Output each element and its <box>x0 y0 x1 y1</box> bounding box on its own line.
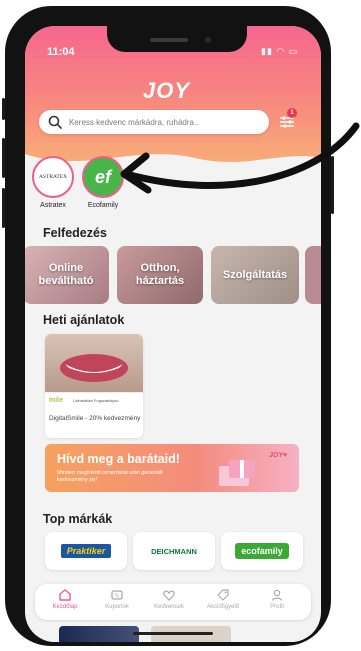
status-icons: ▮▮ ◠ ▭ <box>261 46 299 56</box>
explore-card-partial[interactable] <box>305 246 321 304</box>
offer-card[interactable]: mile Láthatatlan Fogszabályzó DigitalSmi… <box>45 334 143 438</box>
home-indicator <box>133 632 213 635</box>
content-thumbnail[interactable] <box>59 626 139 642</box>
tag-icon <box>217 589 229 601</box>
explore-card-label: Online beváltható <box>38 262 94 287</box>
search-icon <box>48 115 62 129</box>
tab-label: Kuponok <box>105 604 129 610</box>
offer-brand: mile <box>49 397 64 404</box>
explore-card-label: Otthon, háztartás <box>135 262 185 287</box>
explore-card-label: Szolgáltatás <box>222 268 288 281</box>
ecofamily-brand-logo: ecofamily <box>235 543 289 559</box>
offer-title: DigitalSmile - 20% kedvezmény <box>49 415 141 422</box>
tab-deals[interactable]: Akciófigyelő <box>199 588 247 610</box>
section-title-explore: Felfedezés <box>43 226 107 240</box>
story-label: Astratex <box>40 202 66 209</box>
section-title-weekly: Heti ajánlatok <box>43 313 125 327</box>
smile-illustration <box>60 354 128 382</box>
brand-card-praktiker[interactable]: Praktiker <box>45 532 127 570</box>
notch-speaker <box>150 38 188 42</box>
astratex-logo: ASTRATEX <box>38 174 68 180</box>
phone-volume-down <box>2 188 5 228</box>
coupon-icon: % <box>111 590 123 600</box>
brand-card-deichmann[interactable]: DEICHMANN <box>133 532 215 570</box>
heart-icon <box>163 590 175 601</box>
praktiker-logo: Praktiker <box>60 544 112 558</box>
brand-card-ecofamily[interactable]: ecofamily <box>221 532 303 570</box>
explore-card-online[interactable]: Online beváltható <box>25 246 109 304</box>
bottom-tab-bar: Kezdőlap % Kuponok Kedvencek Akciófigyel… <box>35 584 311 620</box>
phone-volume-up <box>2 138 5 178</box>
story-avatar: ef <box>82 156 124 198</box>
tab-profile[interactable]: Profil <box>253 588 301 610</box>
tab-label: Kezdőlap <box>52 604 78 610</box>
invite-banner[interactable]: Hívd meg a barátaid! Minden meghívott is… <box>45 444 299 492</box>
ecofamily-logo: ef <box>94 166 111 187</box>
app-logo: JOY <box>143 78 191 103</box>
invite-title: Hívd meg a barátaid! <box>57 452 180 466</box>
tab-home[interactable]: Kezdőlap <box>41 588 89 610</box>
tab-label: Profil <box>270 604 284 610</box>
annotation-arrow <box>120 122 360 194</box>
invite-text: Minden meghívott ismerősöd után garantál… <box>57 470 163 483</box>
explore-card-services[interactable]: Szolgáltatás <box>211 246 299 304</box>
home-icon <box>59 589 71 601</box>
story-avatar: ASTRATEX <box>32 156 74 198</box>
tab-label: Kedvencek <box>154 604 184 610</box>
phone-side-button <box>2 98 5 120</box>
story-astratex[interactable]: ASTRATEX Astratex <box>31 156 75 209</box>
notch-camera <box>205 37 211 43</box>
offer-subtitle: Láthatatlan Fogszabályzó <box>73 398 119 403</box>
tab-favorites[interactable]: Kedvencek <box>145 588 193 610</box>
tab-coupons[interactable]: % Kuponok <box>93 588 141 610</box>
story-ecofamily[interactable]: ef Ecofamily <box>81 156 125 209</box>
gift-illustration <box>219 460 255 486</box>
profile-icon <box>271 589 283 601</box>
deichmann-logo: DEICHMANN <box>151 546 197 556</box>
story-label: Ecofamily <box>87 202 119 209</box>
phone-frame: 11:04 ▮▮ ◠ ▭ JOY Keress kedvenc márkádra… <box>2 6 334 646</box>
explore-card-home[interactable]: Otthon, háztartás <box>117 246 203 304</box>
status-time: 11:04 <box>47 46 75 58</box>
invite-logo: JOY♥ <box>269 452 288 459</box>
section-title-top-brands: Top márkák <box>43 512 113 526</box>
offer-image <box>45 334 143 392</box>
svg-text:%: % <box>115 594 120 600</box>
tab-label: Akciófigyelő <box>206 604 239 610</box>
